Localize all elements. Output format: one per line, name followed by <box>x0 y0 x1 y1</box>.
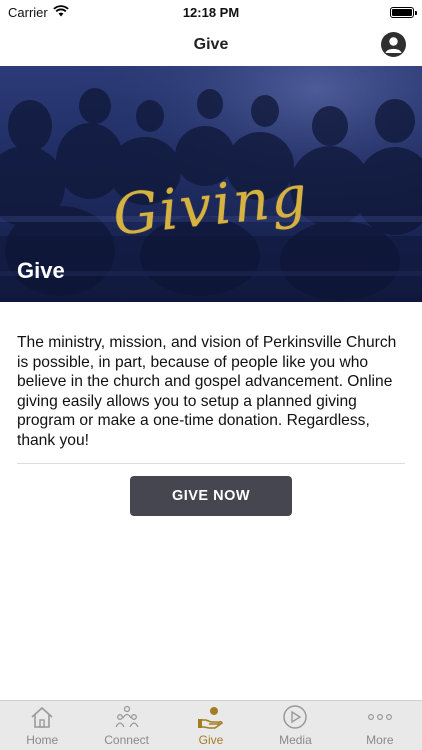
tab-more-label: More <box>366 733 394 747</box>
status-time: 12:18 PM <box>182 4 240 20</box>
profile-button[interactable] <box>381 32 406 57</box>
tab-more[interactable]: More <box>338 701 422 750</box>
tab-home-label: Home <box>26 733 59 747</box>
tab-bar: Home Connect Give Media More <box>0 700 422 750</box>
tab-give-label: Give <box>198 733 224 747</box>
status-right <box>294 6 417 18</box>
home-icon <box>28 703 56 731</box>
battery-icon <box>390 6 417 18</box>
carrier-label: Carrier <box>8 4 48 20</box>
play-icon <box>281 703 309 731</box>
divider <box>17 463 405 464</box>
tab-media[interactable]: Media <box>253 701 337 750</box>
tab-connect-label: Connect <box>104 733 149 747</box>
tab-give[interactable]: Give <box>169 701 253 750</box>
profile-icon <box>385 37 402 53</box>
wifi-icon <box>53 4 69 20</box>
tab-connect[interactable]: Connect <box>84 701 168 750</box>
give-now-button[interactable]: GIVE NOW <box>130 476 292 516</box>
give-description: The ministry, mission, and vision of Per… <box>17 334 397 449</box>
give-hand-icon <box>197 703 225 731</box>
tab-home[interactable]: Home <box>0 701 84 750</box>
status-bar: Carrier 12:18 PM <box>0 0 422 24</box>
status-left: Carrier <box>8 5 128 20</box>
nav-bar: Give <box>0 24 422 66</box>
tab-media-label: Media <box>279 733 312 747</box>
page-title: Give <box>193 36 229 53</box>
people-icon <box>113 703 141 731</box>
hero-banner: Giving Give <box>0 66 422 302</box>
more-icon <box>366 703 394 731</box>
hero-title: Give <box>17 258 65 283</box>
